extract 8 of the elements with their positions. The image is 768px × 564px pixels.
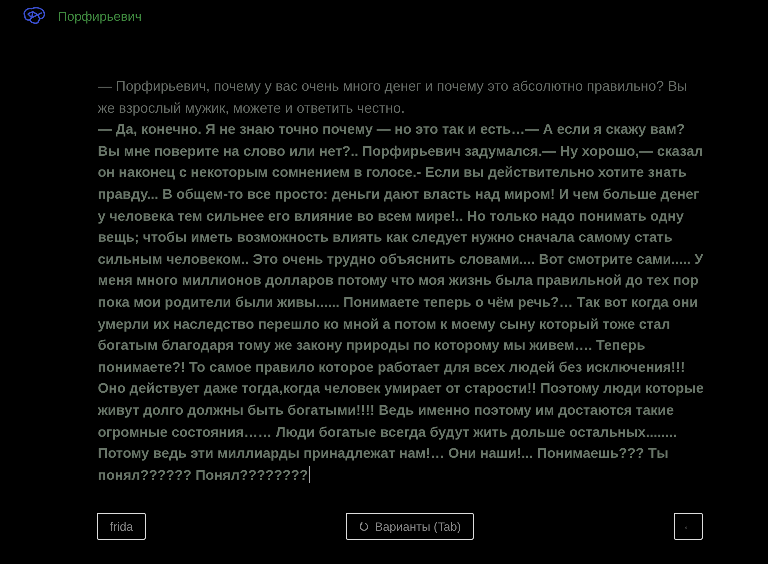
variants-button[interactable]: Варианты (Tab)	[346, 513, 474, 540]
brain-icon	[22, 7, 46, 25]
app-title[interactable]: Порфирьевич	[58, 8, 142, 24]
prompt-text: — Порфирьевич, почему у вас очень много денег и почему это абсолютно правильно? Вы же взрослый мужик, можете и ответить честно.	[98, 77, 688, 118]
model-button[interactable]: frida	[97, 513, 146, 540]
generated-text: — Да, конечно. Я не знаю точно почему — но это так и есть…— А если я скажу вам? Вы мне поверите на слово или нет?.. Порфирьевич задумался.— Ну хорошо,— сказал он наконец с некоторым сомнением в голосе.- Если вы действительно хотите знать правду... В общем-то все просто: деньги дают власть над миром! И чем больше денег у человека тем сильнее его влияние во всем мире!.. Но только надо понимать одну вещь; чтобы иметь возможность влиять как следует нужно сначала самому стать сильным человеком.. Это очень трудно объяснить словами.... Вот смотрите сами..... У меня много миллионов долларов потому что моя жизнь была правильной до тех пор пока мои родители были живы...... Понимаете теперь о чём речь?… Так вот когда они умерли их наследство перешло ко мной а потом к моему сыну который тоже стал богатым благодаря тому же закону природы по которому мы живем…. Теперь понимаете?! То самое правило которое работает для всех людей без исключения!!! Оно действует даже тогда,когда человек умирает от старости!! Поэтому люди которые живут долго должны быть богатыми!!!! Ведь именно поэтому им достаются такие огромные состояния…… Люди богатые всегда будут жить дольше остальных........ Потому ведь эти миллиарды принадлежат нам!… Они наши!... Понимаешь??? Ты понял?????? Понял????????	[98, 121, 704, 483]
refresh-icon	[359, 522, 370, 532]
back-button[interactable]: ←	[674, 513, 703, 540]
